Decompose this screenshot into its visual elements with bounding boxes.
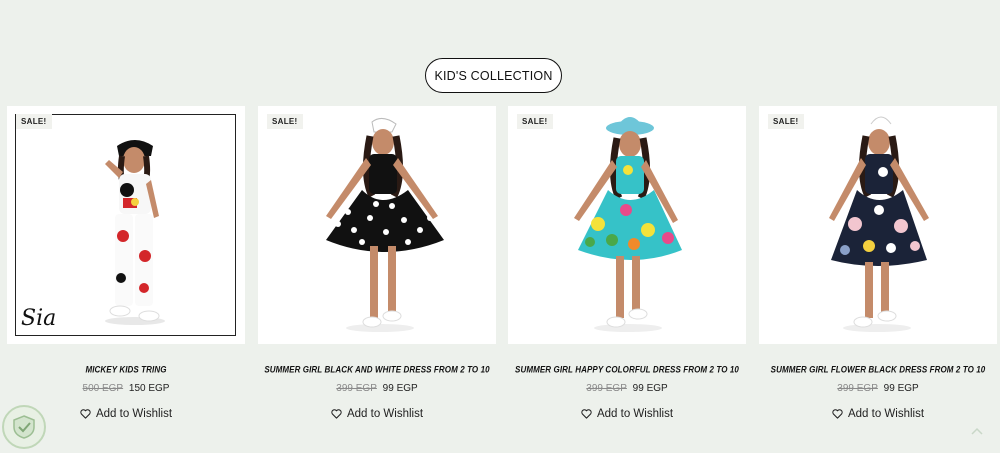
sale-price: 99 EGP: [883, 383, 919, 394]
product-grid: Sia SALE! MICKEY KIDS TRING 500 EGP 150 …: [0, 0, 1000, 453]
product-image-link[interactable]: SALE!: [508, 106, 746, 344]
wishlist-label: Add to Wishlist: [95, 408, 173, 420]
product-card: Sia SALE! MICKEY KIDS TRING 500 EGP 150 …: [7, 106, 245, 420]
product-title[interactable]: MICKEY KIDS TRING: [7, 364, 245, 374]
product-photo: [574, 117, 682, 332]
wishlist-label: Add to Wishlist: [847, 408, 925, 420]
heart-icon: [80, 409, 91, 419]
product-image-link[interactable]: Sia SALE!: [7, 106, 245, 344]
heart-icon: [331, 409, 342, 419]
shield-check-logo-icon: [2, 405, 46, 449]
scroll-to-top-button[interactable]: [962, 418, 992, 444]
signature-text: Sia: [21, 306, 57, 331]
product-card: SALE! SUMMER GIRL FLOWER BLACK DRESS FRO…: [759, 106, 997, 420]
sale-badge: SALE!: [16, 114, 52, 129]
product-title[interactable]: SUMMER GIRL FLOWER BLACK DRESS FROM 2 TO…: [759, 364, 997, 374]
sale-badge: SALE!: [768, 114, 804, 129]
original-price: 399 EGP: [586, 383, 627, 394]
product-image-link[interactable]: SALE!: [258, 106, 496, 344]
add-to-wishlist-button[interactable]: Add to Wishlist: [258, 408, 496, 420]
product-card: SALE! SUMMER GIRL BLACK AND WHITE DRESS …: [258, 106, 496, 420]
original-price: 399 EGP: [837, 383, 878, 394]
product-photo: [326, 118, 444, 332]
product-title[interactable]: SUMMER GIRL BLACK AND WHITE DRESS FROM 2…: [258, 364, 496, 374]
sale-price: 99 EGP: [382, 383, 418, 394]
product-photo: [829, 116, 929, 332]
product-title[interactable]: SUMMER GIRL HAPPY COLORFUL DRESS FROM 2 …: [508, 364, 746, 374]
price-block: 399 EGP 99 EGP: [759, 383, 997, 394]
price-block: 500 EGP 150 EGP: [7, 383, 245, 394]
heart-icon: [581, 409, 592, 419]
chevron-up-icon: [971, 427, 983, 435]
wishlist-label: Add to Wishlist: [596, 408, 674, 420]
add-to-wishlist-button[interactable]: Add to Wishlist: [508, 408, 746, 420]
sale-price: 150 EGP: [128, 383, 170, 394]
sale-price: 99 EGP: [632, 383, 668, 394]
price-block: 399 EGP 99 EGP: [508, 383, 746, 394]
heart-icon: [832, 409, 843, 419]
sale-badge: SALE!: [517, 114, 553, 129]
original-price: 500 EGP: [82, 383, 124, 394]
wishlist-label: Add to Wishlist: [346, 408, 424, 420]
sale-badge: SALE!: [267, 114, 303, 129]
price-block: 399 EGP 99 EGP: [258, 383, 496, 394]
product-image-link[interactable]: SALE!: [759, 106, 997, 344]
original-price: 399 EGP: [336, 383, 377, 394]
product-card: SALE! SUMMER GIRL HAPPY COLORFUL DRESS F…: [508, 106, 746, 420]
